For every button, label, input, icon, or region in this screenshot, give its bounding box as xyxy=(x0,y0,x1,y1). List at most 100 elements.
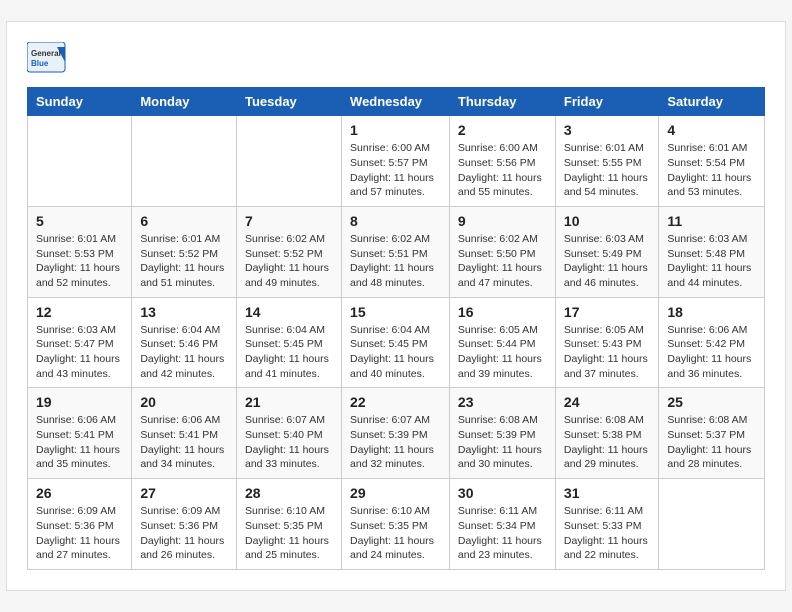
day-cell-28: 28 Sunrise: 6:10 AM Sunset: 5:35 PM Dayli… xyxy=(237,479,342,570)
day-info-4: Sunrise: 6:01 AM Sunset: 5:54 PM Dayligh… xyxy=(667,141,756,200)
day-info-31: Sunrise: 6:11 AM Sunset: 5:33 PM Dayligh… xyxy=(564,504,650,563)
calendar-table: SundayMondayTuesdayWednesdayThursdayFrid… xyxy=(27,87,765,570)
day-info-26: Sunrise: 6:09 AM Sunset: 5:36 PM Dayligh… xyxy=(36,504,123,563)
day-info-13: Sunrise: 6:04 AM Sunset: 5:46 PM Dayligh… xyxy=(140,323,228,382)
day-info-19: Sunrise: 6:06 AM Sunset: 5:41 PM Dayligh… xyxy=(36,413,123,472)
logo: General Blue xyxy=(27,42,71,77)
day-info-5: Sunrise: 6:01 AM Sunset: 5:53 PM Dayligh… xyxy=(36,232,123,291)
header-area: General Blue xyxy=(27,42,765,77)
day-info-2: Sunrise: 6:00 AM Sunset: 5:56 PM Dayligh… xyxy=(458,141,547,200)
weekday-header-saturday: Saturday xyxy=(659,88,765,116)
day-cell-10: 10 Sunrise: 6:03 AM Sunset: 5:49 PM Dayli… xyxy=(555,206,658,297)
day-info-16: Sunrise: 6:05 AM Sunset: 5:44 PM Dayligh… xyxy=(458,323,547,382)
day-info-20: Sunrise: 6:06 AM Sunset: 5:41 PM Dayligh… xyxy=(140,413,228,472)
day-cell-4: 4 Sunrise: 6:01 AM Sunset: 5:54 PM Daylig… xyxy=(659,116,765,207)
day-number-5: 5 xyxy=(36,213,123,229)
day-cell-3: 3 Sunrise: 6:01 AM Sunset: 5:55 PM Daylig… xyxy=(555,116,658,207)
day-cell-29: 29 Sunrise: 6:10 AM Sunset: 5:35 PM Dayli… xyxy=(342,479,450,570)
day-number-1: 1 xyxy=(350,122,441,138)
day-info-27: Sunrise: 6:09 AM Sunset: 5:36 PM Dayligh… xyxy=(140,504,228,563)
day-info-6: Sunrise: 6:01 AM Sunset: 5:52 PM Dayligh… xyxy=(140,232,228,291)
day-cell-14: 14 Sunrise: 6:04 AM Sunset: 5:45 PM Dayli… xyxy=(237,297,342,388)
logo-icon: General Blue xyxy=(27,42,67,77)
day-info-3: Sunrise: 6:01 AM Sunset: 5:55 PM Dayligh… xyxy=(564,141,650,200)
day-number-24: 24 xyxy=(564,394,650,410)
weekday-header-sunday: Sunday xyxy=(28,88,132,116)
day-number-11: 11 xyxy=(667,213,756,229)
day-info-7: Sunrise: 6:02 AM Sunset: 5:52 PM Dayligh… xyxy=(245,232,333,291)
day-cell-6: 6Sunrise: 6:01 AM Sunset: 5:52 PM Daylig… xyxy=(132,206,237,297)
weekday-header-monday: Monday xyxy=(132,88,237,116)
day-number-23: 23 xyxy=(458,394,547,410)
day-cell-2: 2 Sunrise: 6:00 AM Sunset: 5:56 PM Daylig… xyxy=(449,116,555,207)
day-number-4: 4 xyxy=(667,122,756,138)
day-info-22: Sunrise: 6:07 AM Sunset: 5:39 PM Dayligh… xyxy=(350,413,441,472)
day-info-24: Sunrise: 6:08 AM Sunset: 5:38 PM Dayligh… xyxy=(564,413,650,472)
day-info-12: Sunrise: 6:03 AM Sunset: 5:47 PM Dayligh… xyxy=(36,323,123,382)
day-cell-5: 5 Sunrise: 6:01 AM Sunset: 5:53 PM Daylig… xyxy=(28,206,132,297)
day-number-15: 15 xyxy=(350,304,441,320)
week-row-2: 5 Sunrise: 6:01 AM Sunset: 5:53 PM Daylig… xyxy=(28,206,765,297)
week-row-4: 19 Sunrise: 6:06 AM Sunset: 5:41 PM Dayli… xyxy=(28,388,765,479)
day-cell-25: 25 Sunrise: 6:08 AM Sunset: 5:37 PM Dayli… xyxy=(659,388,765,479)
day-info-21: Sunrise: 6:07 AM Sunset: 5:40 PM Dayligh… xyxy=(245,413,333,472)
day-cell-26: 26Sunrise: 6:09 AM Sunset: 5:36 PM Dayli… xyxy=(28,479,132,570)
day-number-18: 18 xyxy=(667,304,756,320)
day-cell-30: 30 Sunrise: 6:11 AM Sunset: 5:34 PM Dayli… xyxy=(449,479,555,570)
day-cell-20: 20 Sunrise: 6:06 AM Sunset: 5:41 PM Dayli… xyxy=(132,388,237,479)
day-number-31: 31 xyxy=(564,485,650,501)
day-info-10: Sunrise: 6:03 AM Sunset: 5:49 PM Dayligh… xyxy=(564,232,650,291)
day-cell-11: 11 Sunrise: 6:03 AM Sunset: 5:48 PM Dayli… xyxy=(659,206,765,297)
day-cell-7: 7 Sunrise: 6:02 AM Sunset: 5:52 PM Daylig… xyxy=(237,206,342,297)
day-number-20: 20 xyxy=(140,394,228,410)
day-number-10: 10 xyxy=(564,213,650,229)
day-number-29: 29 xyxy=(350,485,441,501)
day-cell-24: 24 Sunrise: 6:08 AM Sunset: 5:38 PM Dayli… xyxy=(555,388,658,479)
day-number-9: 9 xyxy=(458,213,547,229)
day-number-7: 7 xyxy=(245,213,333,229)
day-number-2: 2 xyxy=(458,122,547,138)
day-info-9: Sunrise: 6:02 AM Sunset: 5:50 PM Dayligh… xyxy=(458,232,547,291)
calendar-container: General Blue SundayMondayTuesdayWednesda… xyxy=(6,21,786,591)
day-number-19: 19 xyxy=(36,394,123,410)
day-info-17: Sunrise: 6:05 AM Sunset: 5:43 PM Dayligh… xyxy=(564,323,650,382)
day-info-23: Sunrise: 6:08 AM Sunset: 5:39 PM Dayligh… xyxy=(458,413,547,472)
day-cell-23: 23 Sunrise: 6:08 AM Sunset: 5:39 PM Dayli… xyxy=(449,388,555,479)
week-row-3: 12Sunrise: 6:03 AM Sunset: 5:47 PM Dayli… xyxy=(28,297,765,388)
day-cell-19: 19 Sunrise: 6:06 AM Sunset: 5:41 PM Dayli… xyxy=(28,388,132,479)
weekday-header-thursday: Thursday xyxy=(449,88,555,116)
day-cell-8: 8Sunrise: 6:02 AM Sunset: 5:51 PM Daylig… xyxy=(342,206,450,297)
day-number-25: 25 xyxy=(667,394,756,410)
day-cell-1: 1 Sunrise: 6:00 AM Sunset: 5:57 PM Daylig… xyxy=(342,116,450,207)
day-cell-21: 21 Sunrise: 6:07 AM Sunset: 5:40 PM Dayli… xyxy=(237,388,342,479)
day-info-18: Sunrise: 6:06 AM Sunset: 5:42 PM Dayligh… xyxy=(667,323,756,382)
day-number-22: 22 xyxy=(350,394,441,410)
day-cell-22: 22 Sunrise: 6:07 AM Sunset: 5:39 PM Dayli… xyxy=(342,388,450,479)
day-cell-16: 16 Sunrise: 6:05 AM Sunset: 5:44 PM Dayli… xyxy=(449,297,555,388)
day-number-30: 30 xyxy=(458,485,547,501)
empty-cell xyxy=(132,116,237,207)
day-number-13: 13 xyxy=(140,304,228,320)
day-info-11: Sunrise: 6:03 AM Sunset: 5:48 PM Dayligh… xyxy=(667,232,756,291)
day-cell-9: 9 Sunrise: 6:02 AM Sunset: 5:50 PM Daylig… xyxy=(449,206,555,297)
day-info-25: Sunrise: 6:08 AM Sunset: 5:37 PM Dayligh… xyxy=(667,413,756,472)
empty-cell xyxy=(28,116,132,207)
day-info-28: Sunrise: 6:10 AM Sunset: 5:35 PM Dayligh… xyxy=(245,504,333,563)
svg-text:General: General xyxy=(31,49,61,58)
day-number-16: 16 xyxy=(458,304,547,320)
empty-cell xyxy=(659,479,765,570)
day-number-28: 28 xyxy=(245,485,333,501)
day-info-30: Sunrise: 6:11 AM Sunset: 5:34 PM Dayligh… xyxy=(458,504,547,563)
day-number-21: 21 xyxy=(245,394,333,410)
day-number-27: 27 xyxy=(140,485,228,501)
day-cell-17: 17Sunrise: 6:05 AM Sunset: 5:43 PM Dayli… xyxy=(555,297,658,388)
day-info-29: Sunrise: 6:10 AM Sunset: 5:35 PM Dayligh… xyxy=(350,504,441,563)
day-number-3: 3 xyxy=(564,122,650,138)
day-cell-12: 12Sunrise: 6:03 AM Sunset: 5:47 PM Dayli… xyxy=(28,297,132,388)
day-cell-13: 13 Sunrise: 6:04 AM Sunset: 5:46 PM Dayli… xyxy=(132,297,237,388)
day-info-1: Sunrise: 6:00 AM Sunset: 5:57 PM Dayligh… xyxy=(350,141,441,200)
day-cell-15: 15Sunrise: 6:04 AM Sunset: 5:45 PM Dayli… xyxy=(342,297,450,388)
day-info-14: Sunrise: 6:04 AM Sunset: 5:45 PM Dayligh… xyxy=(245,323,333,382)
weekday-header-tuesday: Tuesday xyxy=(237,88,342,116)
day-number-14: 14 xyxy=(245,304,333,320)
